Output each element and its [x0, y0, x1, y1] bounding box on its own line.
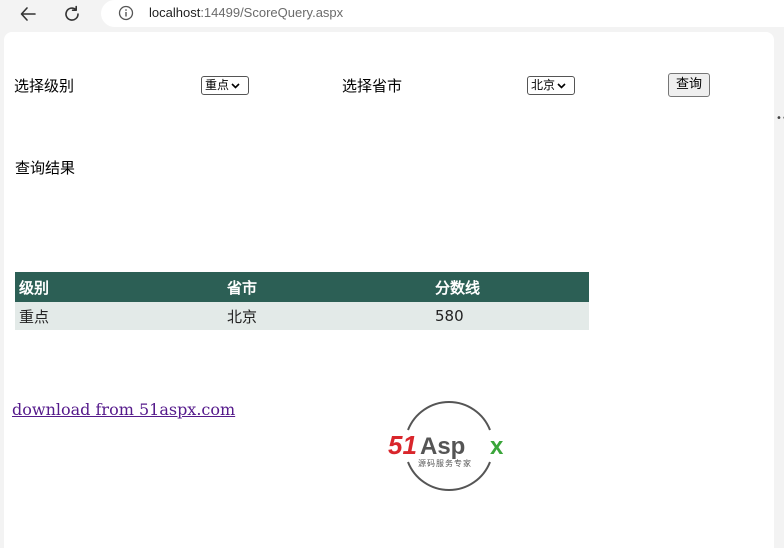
table-row: 重点 北京 580 [15, 302, 589, 330]
svg-text:51: 51 [388, 430, 417, 460]
chevron-down-icon [557, 82, 566, 89]
reload-icon [65, 5, 79, 21]
address-bar[interactable]: localhost:14499/ScoreQuery.aspx [101, 0, 784, 27]
info-icon[interactable] [118, 5, 134, 21]
result-label: 查询结果 [15, 159, 76, 177]
score-table: 级别 省市 分数线 重点 北京 580 [15, 272, 589, 330]
arrow-left-icon [20, 7, 36, 21]
table-header-row: 级别 省市 分数线 [15, 272, 589, 302]
51aspx-logo: 51 Asp x 源码服务专家 [388, 400, 504, 492]
download-link[interactable]: download from 51aspx.com [12, 400, 235, 419]
level-select-value: 重点 [205, 78, 230, 92]
header-score-line: 分数线 [431, 272, 589, 302]
back-button[interactable] [16, 3, 40, 25]
more-icon[interactable]: ••• [776, 114, 784, 124]
province-label: 选择省市 [342, 77, 403, 95]
province-select[interactable]: 北京 [527, 76, 575, 95]
cell-score: 580 [431, 302, 589, 330]
svg-text:源码服务专家: 源码服务专家 [418, 458, 472, 468]
url-path: :14499/ScoreQuery.aspx [200, 5, 344, 20]
url-text[interactable]: localhost:14499/ScoreQuery.aspx [149, 5, 343, 21]
level-select[interactable]: 重点 [201, 76, 249, 95]
cell-level: 重点 [15, 302, 223, 330]
header-level: 级别 [15, 272, 223, 302]
level-label: 选择级别 [14, 77, 75, 95]
browser-toolbar: localhost:14499/ScoreQuery.aspx [0, 0, 784, 30]
cell-province: 北京 [223, 302, 431, 330]
url-host: localhost [149, 5, 201, 20]
svg-text:x: x [490, 433, 504, 460]
chevron-down-icon [231, 82, 240, 89]
page-content: 选择级别 重点 选择省市 北京 查询 查询结果 级别 省市 分数线 重点 北京 … [4, 32, 774, 548]
province-select-value: 北京 [531, 78, 556, 92]
query-button[interactable]: 查询 [668, 73, 710, 97]
header-province: 省市 [223, 272, 431, 302]
reload-button[interactable] [60, 3, 84, 25]
svg-text:Asp: Asp [420, 433, 465, 460]
